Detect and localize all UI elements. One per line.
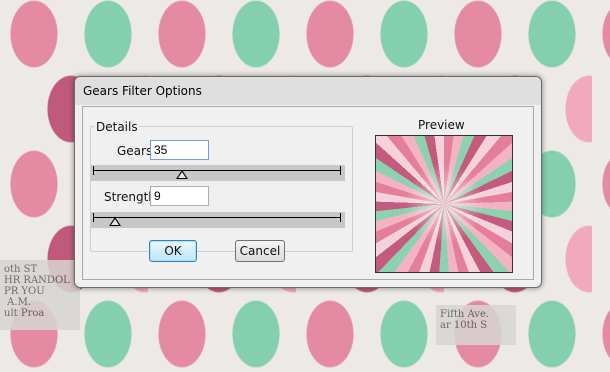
gears-slider-max-tick [340, 166, 341, 175]
details-group-label: Details [95, 120, 139, 134]
cancel-button[interactable]: Cancel [235, 240, 285, 262]
strength-slider-thumb[interactable] [109, 217, 122, 226]
strength-slider-max-tick [340, 213, 341, 222]
gears-slider-track [93, 170, 341, 171]
details-groupbox: Gears Strength [90, 126, 353, 252]
gears-slider[interactable] [91, 165, 345, 181]
newsprint-scrap-right: Fifth Ave. ar 10th S [436, 305, 516, 345]
strength-input[interactable] [150, 186, 209, 206]
gears-slider-thumb[interactable] [176, 170, 189, 179]
strength-slider[interactable] [91, 212, 345, 228]
dialog-title: Gears Filter Options [83, 84, 202, 98]
title-bar[interactable]: Gears Filter Options [75, 77, 541, 105]
newsprint-scrap-left: oth ST HR RANDOL PR YOU A.M. ult Proa [0, 260, 80, 330]
ok-button[interactable]: OK [149, 240, 197, 262]
preview-label: Preview [418, 118, 465, 132]
gears-label: Gears [117, 144, 153, 158]
strength-label: Strength [104, 190, 156, 204]
preview-image [375, 135, 513, 273]
dialog-client-area: Gears Strength Details OK Cancel Preview [82, 106, 534, 280]
gears-filter-dialog: Gears Filter Options Gears Strength Deta… [74, 76, 542, 288]
strength-slider-min-tick [93, 213, 94, 222]
gears-slider-min-tick [93, 166, 94, 175]
strength-slider-track [93, 217, 341, 218]
gears-input[interactable] [150, 140, 209, 160]
